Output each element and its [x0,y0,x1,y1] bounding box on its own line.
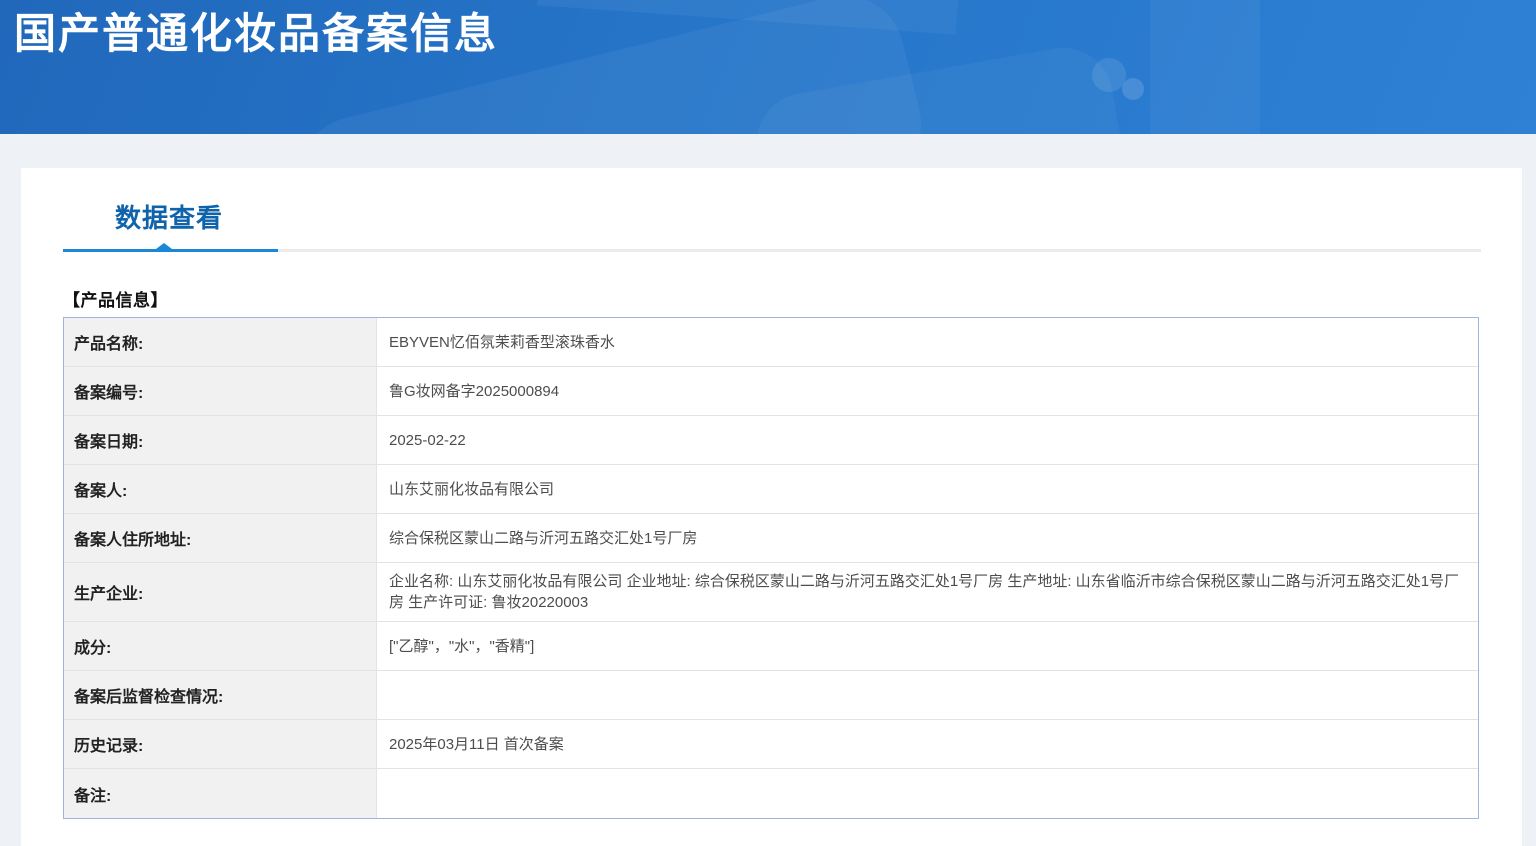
row-value [377,769,1478,818]
table-row-history: 历史记录: 2025年03月11日 首次备案 [64,720,1478,769]
row-label: 备案人: [64,465,377,513]
row-value: 企业名称: 山东艾丽化妆品有限公司 企业地址: 综合保税区蒙山二路与沂河五路交汇… [389,573,1460,611]
table-row-product-name: 产品名称: EBYVEN忆佰氛茉莉香型滚珠香水 [64,318,1478,367]
row-label: 备案后监督检查情况: [64,671,377,719]
decorative-circle [1092,58,1126,92]
product-info-table: 产品名称: EBYVEN忆佰氛茉莉香型滚珠香水 备案编号: 鲁G妆网备字2025… [63,317,1479,819]
row-label: 备案人住所地址: [64,514,377,562]
table-row-manufacturer: 生产企业: 企业名称: 山东艾丽化妆品有限公司 企业地址: 综合保税区蒙山二路与… [64,563,1478,622]
page-title: 国产普通化妆品备案信息 [14,10,499,57]
table-row-post-filing-inspection: 备案后监督检查情况: [64,671,1478,720]
row-label: 历史记录: [64,720,377,768]
active-tab-arrow-icon [156,243,172,249]
row-label: 生产企业: [64,563,377,621]
table-row-filing-number: 备案编号: 鲁G妆网备字2025000894 [64,367,1478,416]
row-value: 2025年03月11日 首次备案 [389,735,564,753]
row-label: 备案日期: [64,416,377,464]
row-value: 山东艾丽化妆品有限公司 [389,480,555,498]
table-row-filing-person-address: 备案人住所地址: 综合保税区蒙山二路与沂河五路交汇处1号厂房 [64,514,1478,563]
row-value: 2025-02-22 [389,431,466,449]
decorative-circle [1122,78,1144,100]
content-card: 数据查看 【产品信息】 产品名称: EBYVEN忆佰氛茉莉香型滚珠香水 备案编号… [21,168,1522,846]
row-value [377,671,1478,719]
row-value: ["乙醇"，"水"，"香精"] [389,637,535,655]
table-row-remarks: 备注: [64,769,1478,818]
row-value: EBYVEN忆佰氛茉莉香型滚珠香水 [389,333,615,351]
tab-divider-line [63,243,1481,252]
row-label: 备注: [64,769,377,818]
section-title-product-info: 【产品信息】 [63,291,168,310]
row-label: 产品名称: [64,318,377,366]
row-label: 备案编号: [64,367,377,415]
table-row-filing-date: 备案日期: 2025-02-22 [64,416,1478,465]
tab-data-view[interactable]: 数据查看 [115,204,223,232]
table-row-filing-person: 备案人: 山东艾丽化妆品有限公司 [64,465,1478,514]
page-header: 国产普通化妆品备案信息 [0,0,1536,134]
row-value: 鲁G妆网备字2025000894 [389,382,560,400]
active-tab-underline [63,249,278,252]
tab-bar: 数据查看 [63,204,1481,252]
row-value: 综合保税区蒙山二路与沂河五路交汇处1号厂房 [389,529,698,547]
table-row-ingredients: 成分: ["乙醇"，"水"，"香精"] [64,622,1478,671]
row-label: 成分: [64,622,377,670]
